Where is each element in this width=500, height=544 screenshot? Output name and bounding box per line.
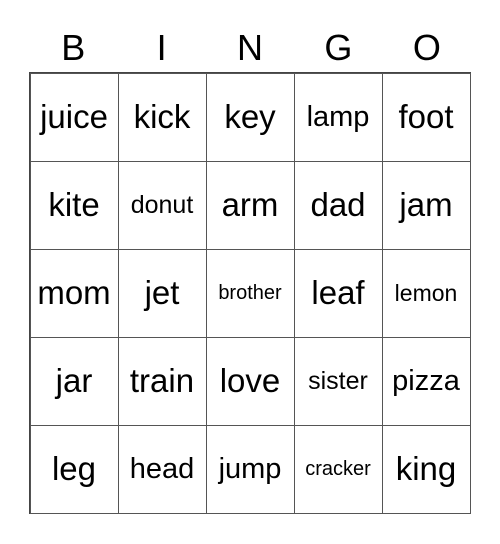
bingo-cell: jet bbox=[117, 248, 207, 338]
bingo-cell: cracker bbox=[293, 424, 383, 514]
bingo-cell: jam bbox=[381, 160, 471, 250]
bingo-cell: kick bbox=[117, 72, 207, 162]
header-letter-n: N bbox=[237, 27, 264, 68]
header-letter-i: I bbox=[156, 27, 167, 68]
bingo-grid: juice kick key lamp foot kite donut arm … bbox=[29, 72, 471, 514]
bingo-cell: dad bbox=[293, 160, 383, 250]
bingo-cell: juice bbox=[29, 72, 119, 162]
bingo-cell: train bbox=[117, 336, 207, 426]
bingo-cell: brother bbox=[205, 248, 295, 338]
header-letter-o: O bbox=[412, 27, 441, 68]
bingo-cell: head bbox=[117, 424, 207, 514]
header-letter-b: B bbox=[61, 27, 86, 68]
header-letter-g: G bbox=[324, 27, 353, 68]
bingo-cell: love bbox=[205, 336, 295, 426]
bingo-cell: king bbox=[381, 424, 471, 514]
bingo-cell: leg bbox=[29, 424, 119, 514]
bingo-cell: arm bbox=[205, 160, 295, 250]
bingo-cell: donut bbox=[117, 160, 207, 250]
bingo-cell: mom bbox=[29, 248, 119, 338]
bingo-cell: leaf bbox=[293, 248, 383, 338]
bingo-header: B I N G O bbox=[29, 26, 471, 70]
bingo-cell: pizza bbox=[381, 336, 471, 426]
bingo-cell: foot bbox=[381, 72, 471, 162]
bingo-cell: lemon bbox=[381, 248, 471, 338]
bingo-cell: jar bbox=[29, 336, 119, 426]
bingo-cell: key bbox=[205, 72, 295, 162]
bingo-cell: sister bbox=[293, 336, 383, 426]
bingo-cell: lamp bbox=[293, 72, 383, 162]
bingo-cell: jump bbox=[205, 424, 295, 514]
bingo-cell: kite bbox=[29, 160, 119, 250]
